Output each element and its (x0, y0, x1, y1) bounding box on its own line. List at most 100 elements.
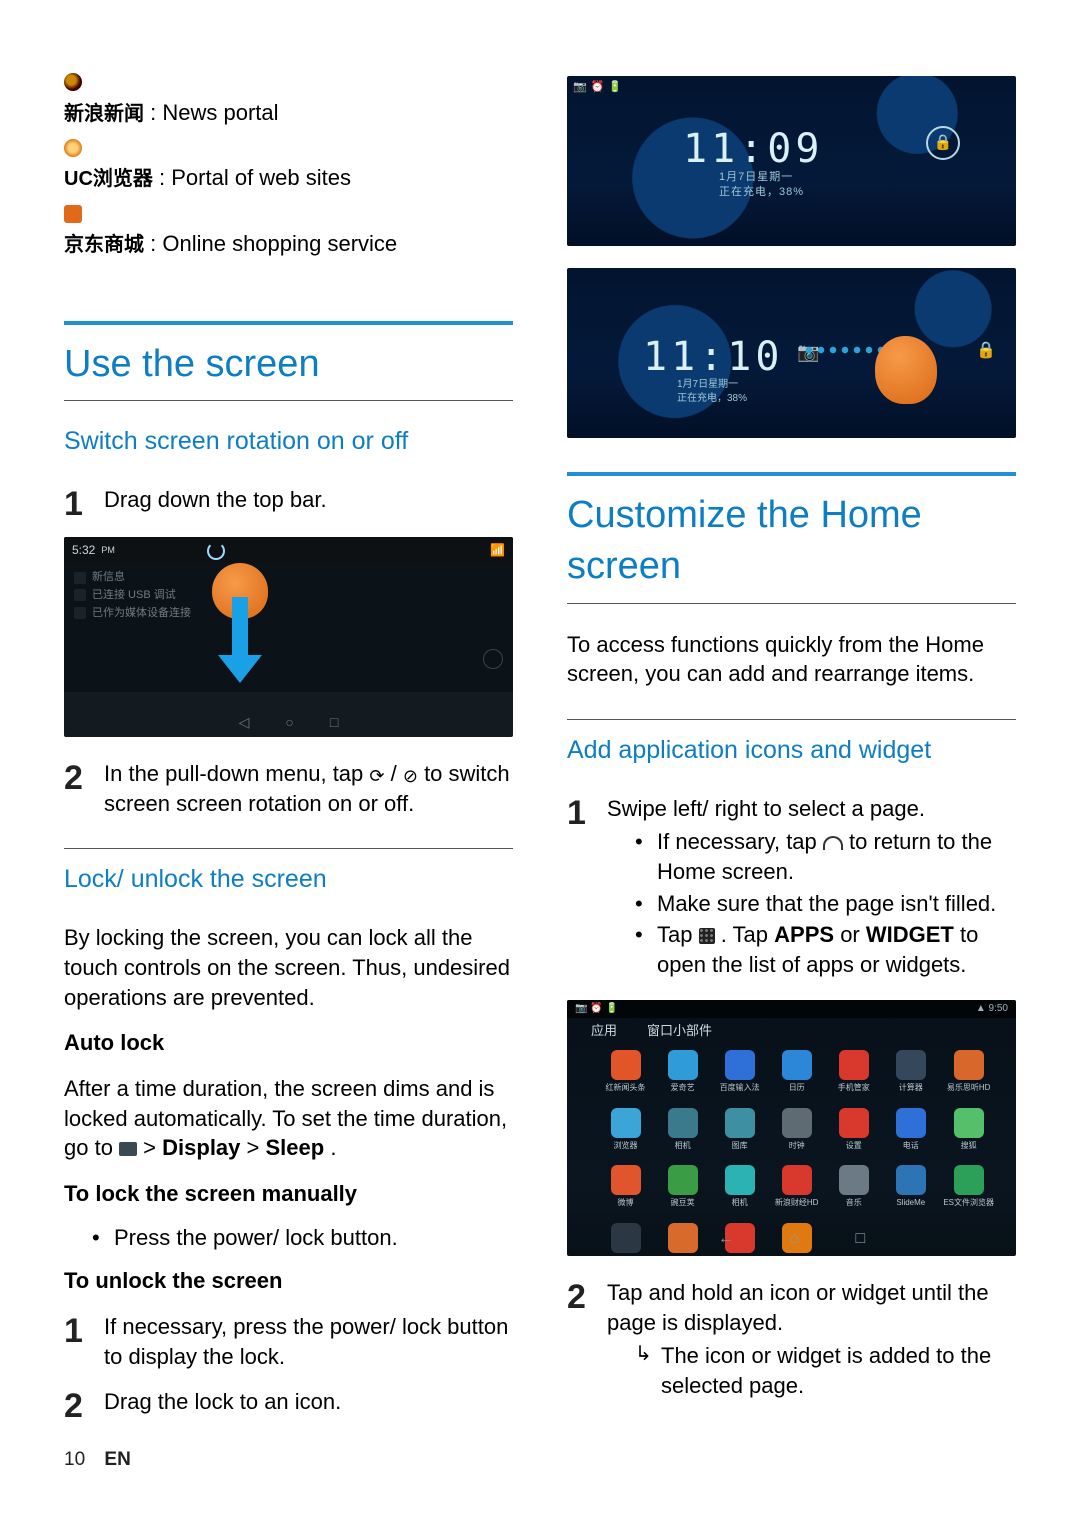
jd-shop-icon (64, 205, 82, 223)
app-label: 相机 (732, 1198, 748, 1209)
rotation-step2: In the pull-down menu, tap ⟳ / ⊘ to swit… (104, 759, 513, 818)
app-icon (782, 1050, 812, 1080)
lock-intro: By locking the screen, you can lock all … (64, 923, 513, 1012)
brightness-icon (483, 649, 503, 669)
app-label: 图库 (732, 1141, 748, 1152)
app-icon (954, 1165, 984, 1195)
camera-status-icon: 📷 (573, 80, 587, 95)
result-arrow-icon: ↳ (635, 1341, 661, 1400)
step-number: 2 (567, 1278, 607, 1405)
figure-unlockscreen: 11:10 1月7日星期一 正在充电，38% 📷 🔒 (567, 268, 1016, 438)
app-label: 豌豆荚 (671, 1198, 695, 1209)
app-label: 相机 (675, 1141, 691, 1152)
fig-status-ampm: PM (101, 544, 115, 556)
app-label: 浏览器 (614, 1141, 638, 1152)
home-softkey-icon: ⌂ (790, 1228, 800, 1250)
step-number: 1 (64, 1312, 104, 1371)
app-drawer-item: 时钟 (772, 1108, 821, 1152)
battery-status-icon: 🔋 (608, 80, 622, 95)
rotation-step1: Drag down the top bar. (104, 485, 513, 521)
step-number: 2 (64, 759, 104, 818)
recents-softkey-icon: □ (856, 1228, 866, 1250)
heading-customize-home: Customize the Home screen (567, 484, 1016, 604)
app-label: 设置 (846, 1141, 862, 1152)
app-icon (611, 1108, 641, 1138)
rotation-off-icon: ⊘ (403, 767, 418, 785)
figure-apps-drawer: 📷 ⏰ 🔋 ▲ 9:50 应用 窗口小部件 红新闻头条爱奇艺百度输入法日历手机管… (567, 1000, 1016, 1256)
lockscreen-charge: 正在充电，38% (719, 185, 804, 200)
auto-lock-heading: Auto lock (64, 1030, 164, 1055)
alarm-status-icon: ⏰ (591, 80, 605, 95)
app-drawer-item: 电话 (886, 1108, 935, 1152)
app-label: 易乐思听HD (947, 1083, 991, 1094)
step-number: 2 (64, 1387, 104, 1423)
signal-icon: 📶 (490, 542, 505, 558)
app-label: 百度输入法 (720, 1083, 760, 1094)
recents-softkey-icon: □ (330, 713, 338, 733)
lock-icon: 🔒 (926, 126, 960, 160)
step-number: 1 (64, 485, 104, 521)
page-lang: EN (104, 1449, 130, 1470)
app-icon (725, 1108, 755, 1138)
app-icon (668, 1050, 698, 1080)
hand-pointer-icon (875, 336, 937, 404)
app-drawer-item: 相机 (715, 1165, 764, 1209)
unlock-step2: Drag the lock to an icon. (104, 1387, 513, 1423)
app-label: SlideMe (896, 1198, 925, 1209)
home-softkey-icon: ○ (285, 713, 293, 733)
back-softkey-icon: ◁ (239, 713, 250, 733)
apps-status-right: ▲ 9:50 (976, 1002, 1008, 1016)
app-icon (839, 1108, 869, 1138)
add-step1-bullet2: Make sure that the page isn't filled. (657, 889, 996, 919)
app-drawer-item: 微博 (601, 1165, 650, 1209)
apps-tab: 应用 (591, 1022, 617, 1040)
app-icon (896, 1108, 926, 1138)
preinstalled-apps-list: 新浪新闻 : News portal UC浏览器 : Portal of web… (64, 68, 513, 265)
heading-lock-unlock: Lock/ unlock the screen (64, 848, 513, 905)
app-icon (896, 1050, 926, 1080)
step-number: 1 (567, 794, 607, 984)
app-label: 时钟 (789, 1141, 805, 1152)
heading-rotation: Switch screen rotation on or off (64, 419, 513, 467)
unlock-step1: If necessary, press the power/ lock butt… (104, 1312, 513, 1371)
sina-news-icon (64, 73, 82, 91)
app-label: ES文件浏览器 (943, 1198, 994, 1209)
drag-down-arrow-icon (214, 597, 266, 687)
back-softkey-icon: ← (718, 1228, 734, 1250)
uc-browser-icon (64, 139, 82, 157)
app-drawer-item: 红新闻头条 (601, 1050, 650, 1094)
jd-shop-desc: Online shopping service (162, 231, 397, 256)
page-footer: 10 EN (64, 1447, 131, 1473)
app-icon (668, 1108, 698, 1138)
app-label: 日历 (789, 1083, 805, 1094)
app-drawer-item: 爱奇艺 (658, 1050, 707, 1094)
app-icon (782, 1108, 812, 1138)
app-drawer-item: 豌豆荚 (658, 1165, 707, 1209)
app-drawer-item: ES文件浏览器 (943, 1165, 994, 1209)
app-icon (725, 1165, 755, 1195)
lockscreen-date: 1月7日星期一 (719, 170, 804, 185)
heading-use-screen: Use the screen (64, 333, 513, 401)
app-drawer-item: 易乐思听HD (943, 1050, 994, 1094)
heading-add-icons: Add application icons and widget (567, 719, 1016, 776)
app-label: 计算器 (899, 1083, 923, 1094)
customize-intro: To access functions quickly from the Hom… (567, 630, 1016, 689)
app-icon (725, 1050, 755, 1080)
unlock-time: 11:10 (643, 330, 783, 384)
app-label: 爱奇艺 (671, 1083, 695, 1094)
rotation-on-icon: ⟳ (369, 767, 384, 785)
home-icon (823, 836, 843, 850)
app-drawer-item: 图库 (715, 1108, 764, 1152)
app-icon (896, 1165, 926, 1195)
app-drawer-item: 日历 (772, 1050, 821, 1094)
unlock-charge: 正在充电，38% (677, 392, 747, 406)
apps-status-left: 📷 ⏰ 🔋 (575, 1002, 618, 1016)
jd-shop-cn: 京东商城 (64, 234, 144, 256)
fig-status-time: 5:32 (72, 542, 95, 558)
app-drawer-item: SlideMe (886, 1165, 935, 1209)
sina-news-cn: 新浪新闻 (64, 103, 144, 125)
add-step1: Swipe left/ right to select a page. (607, 796, 925, 821)
app-label: 手机管家 (838, 1083, 870, 1094)
app-icon (839, 1050, 869, 1080)
app-label: 搜狐 (961, 1141, 977, 1152)
